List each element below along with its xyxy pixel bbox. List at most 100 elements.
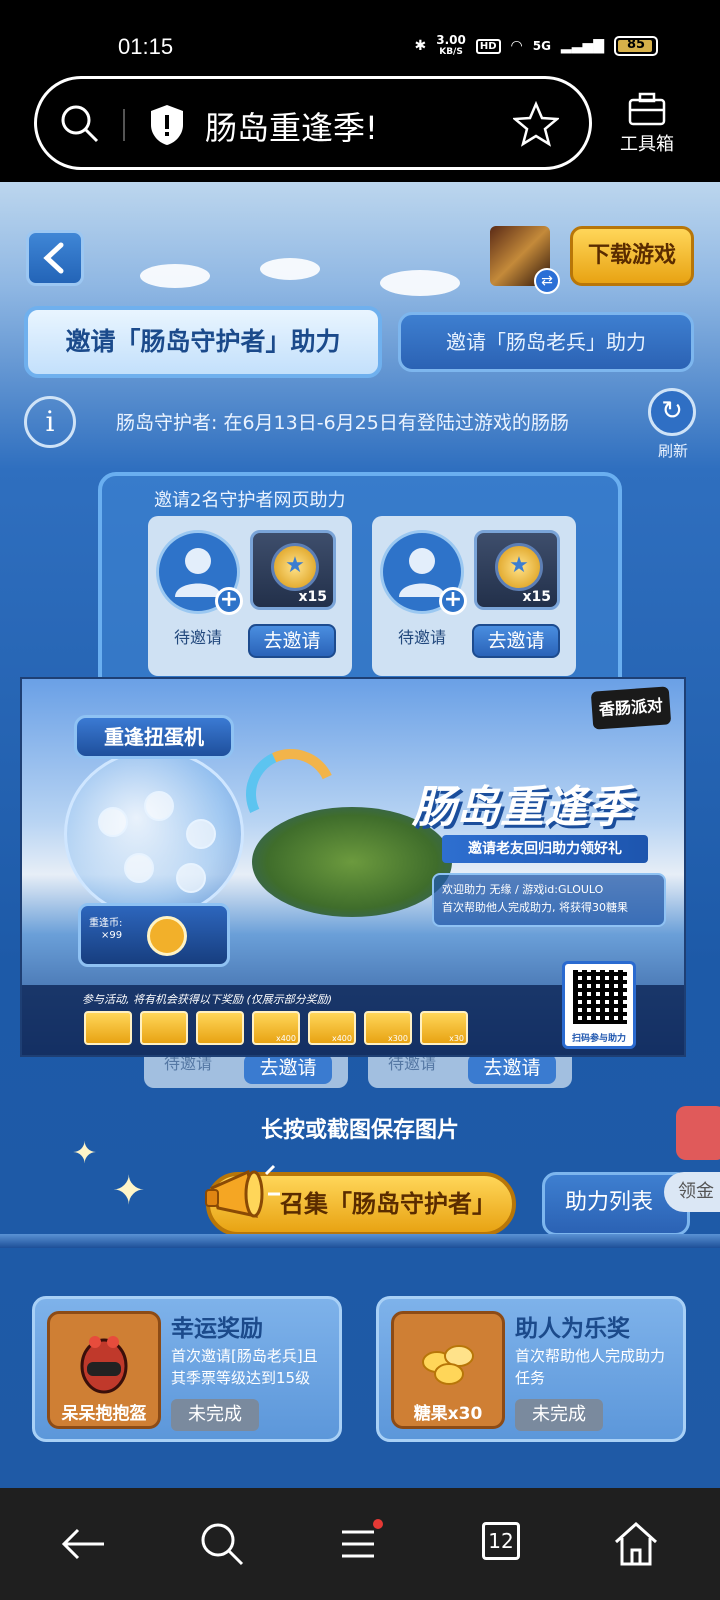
shield-icon[interactable] <box>147 103 187 147</box>
card-desc: 首次邀请[肠岛老兵]且其季票等级达到15级 <box>171 1347 318 1387</box>
chevron-left-icon <box>43 242 64 274</box>
gacha-dome <box>64 749 244 919</box>
candy-icon <box>422 1345 474 1385</box>
signal-label: 5G <box>532 39 551 53</box>
back-arrow-icon[interactable] <box>56 1516 112 1572</box>
card-title: 助人为乐奖 <box>515 1316 630 1342</box>
game-logo: 香肠派对 <box>590 686 672 730</box>
invite-slot: 待邀请 去邀请 <box>368 1054 572 1088</box>
person-placeholder-icon: + <box>380 530 467 615</box>
net-speed: 3.00 KB/S <box>436 33 466 57</box>
info-icon[interactable]: i <box>24 396 76 448</box>
invite-slot: + ★ x15 待邀请 去邀请 <box>372 516 576 676</box>
sparkle-icon: ✦ <box>72 1136 98 1171</box>
reward-item-pink: x400 <box>252 1011 300 1045</box>
address-separator <box>123 109 125 141</box>
reward-coin: ★ x15 <box>250 530 336 610</box>
reward-item-gem: x300 <box>364 1011 412 1045</box>
refresh-label: 刷新 <box>657 442 688 460</box>
share-poster-image[interactable]: 香肠派对 重逢扭蛋机 重逢币: ×99 肠岛重逢季 邀请老友回归助力领好礼 欢迎… <box>20 677 686 1057</box>
toolbox-label: 工具箱 <box>620 134 674 155</box>
go-invite-button[interactable]: 去邀请 <box>244 1054 332 1084</box>
reward-coin: ★ x15 <box>474 530 560 610</box>
card-status-badge: 未完成 <box>171 1399 259 1431</box>
section-divider <box>0 1234 720 1248</box>
side-gold-tab[interactable]: 领金 <box>664 1172 720 1212</box>
poster-title: 肠岛重逢季 <box>412 782 632 833</box>
coin-slot-icon <box>147 916 187 956</box>
info-row: i 肠岛守护者: 在6月13日-6月25日有登陆过游戏的肠肠 <box>0 388 720 448</box>
toolbox-icon <box>628 92 666 126</box>
hd-badge: HD <box>475 38 501 54</box>
refresh-button[interactable]: ↻ 刷新 <box>648 388 698 461</box>
search-icon[interactable] <box>194 1516 250 1572</box>
address-bar[interactable]: 肠岛重逢季! <box>34 76 592 170</box>
menu-icon[interactable] <box>332 1516 388 1572</box>
status-time: 01:15 <box>118 34 174 59</box>
bookmark-star-icon[interactable] <box>513 101 559 147</box>
tab-invite-veteran[interactable]: 邀请「肠岛老兵」助力 <box>398 312 694 372</box>
tab-count: 12 <box>482 1522 520 1560</box>
back-button[interactable] <box>26 230 84 286</box>
card-status-badge: 未完成 <box>515 1399 603 1431</box>
go-invite-button[interactable]: 去邀请 <box>468 1054 556 1084</box>
reward-thumb: 呆呆抱抱盔 <box>47 1311 161 1429</box>
megaphone-icon <box>205 1164 280 1218</box>
card-desc: 首次帮助他人完成助力任务 <box>515 1347 666 1387</box>
status-icons: ✱ 3.00 KB/S HD ◠ 5G ▂▃▅▇ 85 <box>414 34 658 58</box>
avatar[interactable]: ⇄ <box>490 226 560 294</box>
reward-item-rockets <box>140 1011 188 1045</box>
invite-slot: + ★ x15 待邀请 去邀请 <box>148 516 352 676</box>
reward-thumb: 糖果x30 <box>391 1311 505 1429</box>
star-coin-icon: ★ <box>271 543 319 591</box>
event-page: ⇄ 下载游戏 邀请「肠岛守护者」助力 邀请「肠岛老兵」助力 i 肠岛守护者: 在… <box>0 182 720 1488</box>
cloud <box>380 270 460 296</box>
invite-slots-lower: 待邀请 去邀请 待邀请 去邀请 <box>98 1054 622 1116</box>
invite-status: 待邀请 <box>397 628 446 647</box>
search-icon <box>61 105 99 143</box>
reward-item-helmet <box>84 1011 132 1045</box>
signal-icon: ▂▃▅▇ <box>560 38 604 54</box>
card-title: 幸运奖励 <box>171 1316 263 1342</box>
reward-card-helper: 糖果x30 助人为乐奖 首次帮助他人完成助力任务 未完成 <box>376 1296 686 1442</box>
invite-status: 待邀请 <box>173 628 222 647</box>
cloud <box>260 258 320 280</box>
save-image-hint: 长按或截图保存图片 <box>260 1118 459 1143</box>
reward-card-lucky: 呆呆抱抱盔 幸运奖励 首次邀请[肠岛老兵]且其季票等级达到15级 未完成 <box>32 1296 342 1442</box>
reward-item-sweets: x30 <box>420 1011 468 1045</box>
gacha-machine: 重逢扭蛋机 重逢币: ×99 <box>58 707 248 967</box>
poster-subtitle: 邀请老友回归助力领好礼 <box>442 835 648 863</box>
go-invite-button[interactable]: 去邀请 <box>472 624 560 658</box>
reward-item-candy <box>196 1011 244 1045</box>
person-placeholder-icon: + <box>156 530 243 615</box>
helmet-icon <box>80 1336 128 1394</box>
refresh-icon: ↻ <box>648 388 696 436</box>
battery-icon: 85 <box>614 36 658 56</box>
download-game-button[interactable]: 下载游戏 <box>570 226 694 286</box>
reward-item-purple: x400 <box>308 1011 356 1045</box>
gift-box-icon[interactable] <box>676 1106 720 1160</box>
tab-invite-guardian[interactable]: 邀请「肠岛守护者」助力 <box>24 306 382 378</box>
swap-account-icon[interactable]: ⇄ <box>534 268 560 294</box>
star-coin-icon: ★ <box>495 543 543 591</box>
browser-bottom-nav: 12 <box>0 1488 720 1600</box>
qr-code: 扫码参与助力 <box>562 961 636 1049</box>
participate-note: 参与活动, 将有机会获得以下奖励 (仅展示部分奖励) <box>82 993 333 1006</box>
page-title: 肠岛重逢季! <box>205 109 378 147</box>
browser-toolbar: 肠岛重逢季! 工具箱 <box>0 72 720 182</box>
cloud <box>140 264 210 288</box>
wifi-icon: ◠ <box>510 38 523 54</box>
machine-title: 重逢扭蛋机 <box>74 715 234 759</box>
status-bar: 01:15 ✱ 3.00 KB/S HD ◠ 5G ▂▃▅▇ 85 <box>0 0 720 72</box>
invite-slot: 待邀请 去邀请 <box>144 1054 348 1088</box>
go-invite-button[interactable]: 去邀请 <box>248 624 336 658</box>
tabs-button[interactable]: 12 <box>470 1516 526 1572</box>
sparkle-icon: ✦ <box>112 1168 146 1214</box>
info-text: 肠岛守护者: 在6月13日-6月25日有登陆过游戏的肠肠 <box>116 412 569 434</box>
home-icon[interactable] <box>608 1516 664 1572</box>
machine-base: 重逢币: ×99 <box>78 903 230 967</box>
invite-heading: 邀请2名守护者网页助力 <box>154 490 346 511</box>
welcome-box: 欢迎助力 无缘 / 游戏id:GLOULO 首次帮助他人完成助力, 将获得30糖… <box>432 873 666 927</box>
toolbox-button[interactable]: 工具箱 <box>614 92 680 156</box>
bluetooth-icon: ✱ <box>414 38 427 54</box>
